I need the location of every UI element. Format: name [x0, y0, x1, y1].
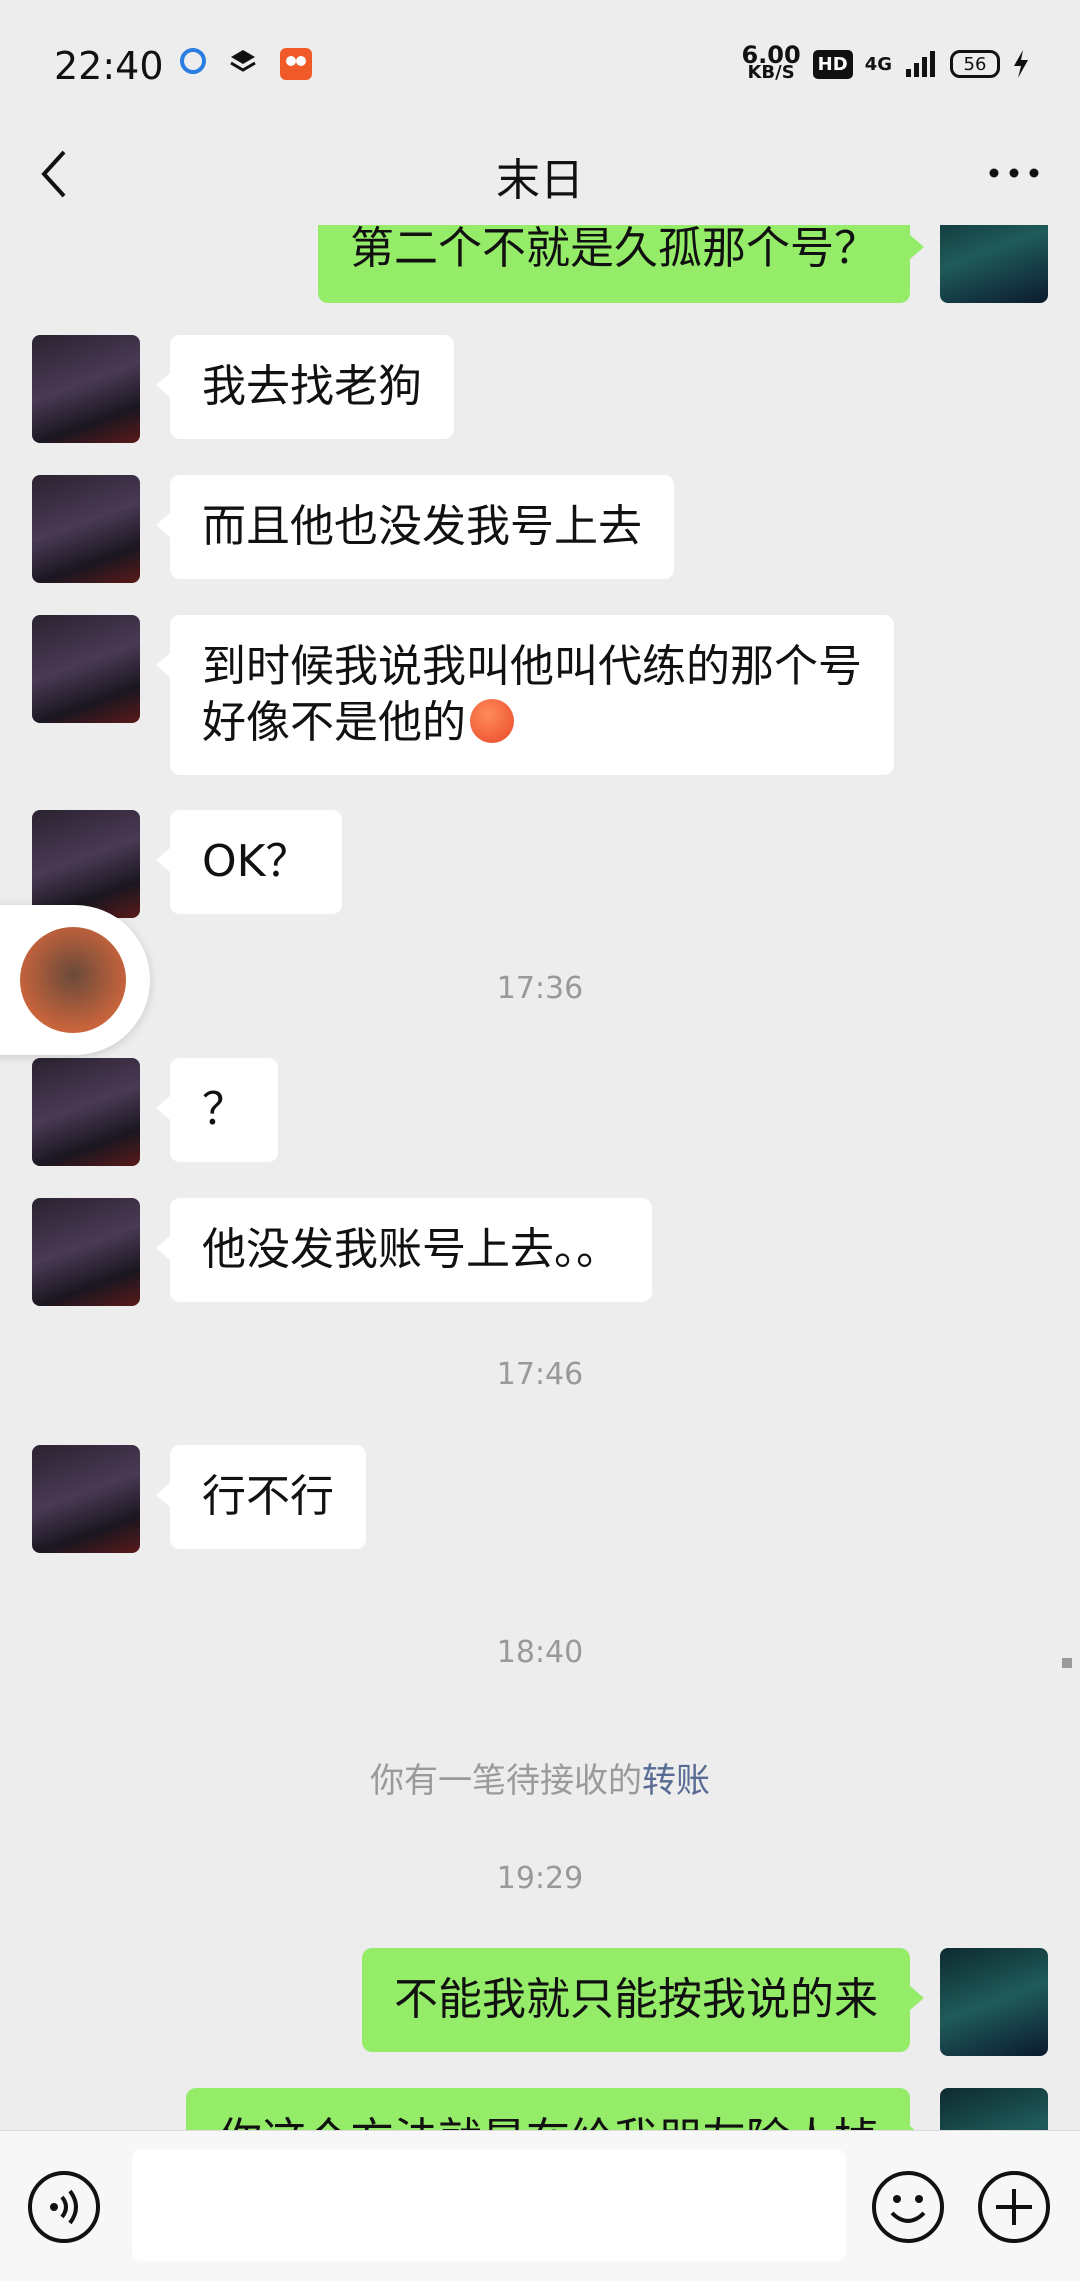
network-type: 4G — [864, 53, 892, 75]
voice-icon[interactable] — [26, 2169, 102, 2245]
contact-avatar[interactable] — [32, 615, 140, 723]
my-avatar[interactable] — [940, 1948, 1048, 2056]
timestamp: 17:36 — [496, 971, 584, 1006]
transfer-link[interactable]: 转账 — [642, 1761, 710, 1801]
app-notification-icon — [280, 48, 312, 80]
signal-icon — [906, 51, 935, 77]
timestamp: 18:40 — [496, 1635, 584, 1670]
message-line: 到时候我说我叫他叫代练的那个号 — [202, 641, 862, 692]
transfer-notice-text: 你有一笔待接收的 — [370, 1761, 642, 1801]
floating-chat-avatar — [20, 927, 126, 1033]
received-message[interactable]: ？ — [156, 1058, 278, 1162]
sent-message[interactable]: 第二个不就是久孤那个号？ — [318, 225, 924, 303]
charging-icon — [1014, 50, 1028, 78]
status-bar: 22:40 6.00 KB/S HD 4G 56 — [0, 0, 1080, 130]
my-avatar[interactable] — [940, 225, 1048, 303]
angry-emoji-icon — [470, 699, 514, 743]
transfer-notice: 你有一笔待接收的转账 — [0, 1753, 1080, 1802]
hd-badge: HD — [812, 49, 853, 79]
received-message[interactable]: 行不行 — [156, 1445, 366, 1549]
emoji-icon[interactable] — [870, 2169, 946, 2245]
contact-avatar[interactable] — [32, 335, 140, 443]
sent-message[interactable]: 你这个方法就是在给我朋友除人掉 — [186, 2088, 924, 2130]
status-time: 22:40 — [54, 44, 164, 88]
contact-avatar[interactable] — [32, 810, 140, 918]
status-right-indicators: 6.00 KB/S HD 4G 56 — [741, 41, 1030, 83]
contact-avatar[interactable] — [32, 1198, 140, 1306]
message-line-with-emoji: 好像不是他的 — [202, 695, 862, 751]
browser-icon — [180, 48, 206, 74]
contact-avatar[interactable] — [32, 1058, 140, 1166]
received-message[interactable]: 而且他也没发我号上去 — [156, 475, 674, 579]
contact-avatar[interactable] — [32, 475, 140, 583]
received-message[interactable]: 他没发我账号上去。。 — [156, 1198, 652, 1302]
scrollbar-thumb[interactable] — [1062, 1658, 1072, 1668]
plus-icon[interactable] — [976, 2169, 1052, 2245]
contact-avatar[interactable] — [32, 1445, 140, 1553]
layers-icon — [230, 50, 256, 72]
battery-indicator: 56 — [950, 50, 1000, 78]
floating-chat-head[interactable] — [0, 905, 150, 1055]
timestamp: 17:46 — [496, 1357, 584, 1392]
status-notification-icons — [178, 46, 314, 82]
received-message[interactable]: 到时候我说我叫他叫代练的那个号 好像不是他的 — [156, 615, 894, 775]
net-speed: 6.00 KB/S — [741, 41, 801, 83]
input-bar — [0, 2130, 1080, 2281]
timestamp: 19:29 — [496, 1861, 584, 1896]
more-options-button[interactable] — [984, 158, 1044, 188]
chat-header: 末日 — [0, 130, 1080, 225]
received-message[interactable]: OK？ — [156, 810, 342, 914]
my-avatar[interactable] — [940, 2088, 1048, 2130]
message-input[interactable] — [132, 2149, 846, 2261]
message-list[interactable]: 第二个不就是久孤那个号？ 我去找老狗 而且他也没发我号上去 到时候我说我叫他叫代… — [0, 225, 1080, 2130]
received-message[interactable]: 我去找老狗 — [156, 335, 454, 439]
chat-title: 末日 — [496, 155, 584, 206]
sent-message[interactable]: 不能我就只能按我说的来 — [362, 1948, 924, 2052]
